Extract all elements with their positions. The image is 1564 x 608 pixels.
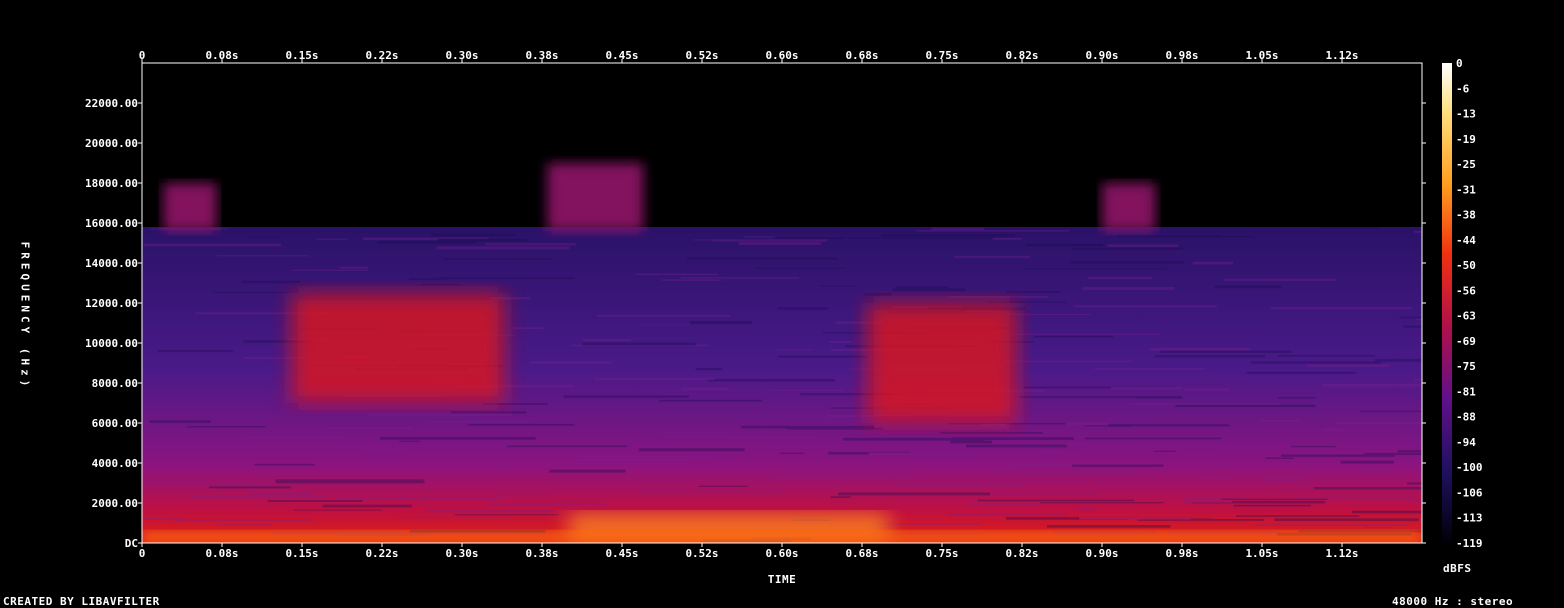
colorbar-tick-label: 0 [1456,57,1463,70]
high-frequency-burst [1102,183,1156,231]
x-tick-label: 0.75s [925,49,958,62]
x-axis-label: TIME [767,573,797,586]
colorbar-tick-label: -38 [1456,209,1476,222]
x-tick-label: 0.98s [1165,49,1198,62]
x-tick-label: 0.52s [685,547,718,560]
colorbar-tick-label: -88 [1456,411,1476,424]
colorbar-tick-label: -106 [1456,486,1483,499]
low-frequency-band [142,531,1422,543]
colorbar-tick-label: -50 [1456,259,1476,272]
y-tick-label: 12000.00 [85,297,138,310]
x-tick-label: 1.05s [1245,547,1278,560]
x-tick-label: 0.75s [925,547,958,560]
x-tick-label: 0.15s [285,547,318,560]
x-tick-label: 0.30s [445,547,478,560]
x-tick-label: 0.82s [1005,49,1038,62]
x-tick-label: 0.38s [525,49,558,62]
colorbar-tick-label: -63 [1456,310,1476,323]
x-tick-label: 0 [139,547,146,560]
x-tick-label: 1.05s [1245,49,1278,62]
colorbar-tick-label: -69 [1456,335,1476,348]
y-tick-label: 18000.00 [85,177,138,190]
high-frequency-burst [163,183,217,231]
y-axis-label: FREQUENCY (Hz) [18,241,32,391]
colorbar-tick-label: -25 [1456,158,1476,171]
loud-region [291,293,505,403]
colorbar-tick-label: -75 [1456,360,1476,373]
y-tick-label: 8000.00 [92,377,138,390]
colorbar-tick-label: -19 [1456,133,1476,146]
colorbar-tick-label: -100 [1456,461,1483,474]
spectrogram-chart: 0 0 0.08s 0.08s 0.15s 0.15s 0.22s 0.22s 0.30s 0.3… [85,49,1483,560]
colorbar-tick-label: -13 [1456,108,1476,121]
x-tick-label: 0.38s [525,547,558,560]
footer-format: 48000 Hz : stereo [1392,595,1514,608]
colorbar-tick-label: -44 [1456,234,1476,247]
colorbar-tick-label: -81 [1456,385,1476,398]
x-tick-label: 0.08s [205,547,238,560]
x-tick-label: 0.60s [765,547,798,560]
colorbar-tick-label: -6 [1456,82,1470,95]
y-tick-label: 22000.00 [85,97,138,110]
y-tick-label: 10000.00 [85,337,138,350]
x-tick-label: 0.90s [1085,49,1118,62]
colorbar-tick-label: -113 [1456,512,1483,525]
x-tick-label: 0.98s [1165,547,1198,560]
x-tick-label: 0.15s [285,49,318,62]
x-tick-label: 0.45s [605,547,638,560]
x-tick-label: 0.60s [765,49,798,62]
colorbar [1442,63,1452,543]
x-tick-label: 0.90s [1085,547,1118,560]
y-tick-label: 16000.00 [85,217,138,230]
y-tick-label: 4000.00 [92,457,138,470]
y-tick-label: 20000.00 [85,137,138,150]
x-tick-label: 0.22s [365,547,398,560]
x-tick-label: 0.82s [1005,547,1038,560]
x-tick-label: 0.45s [605,49,638,62]
x-tick-label: 0.68s [845,547,878,560]
x-tick-label: 0.68s [845,49,878,62]
x-tick-label: 1.12s [1325,547,1358,560]
x-tick-label: 0.22s [365,49,398,62]
y-tick-label: 2000.00 [92,497,138,510]
y-tick-label: 14000.00 [85,257,138,270]
x-tick-label: 0.52s [685,49,718,62]
footer-credit: CREATED BY LIBAVFILTER [3,595,160,608]
x-tick-label: 1.12s [1325,49,1358,62]
colorbar-tick-label: -119 [1456,537,1483,550]
colorbar-tick-label: -31 [1456,183,1476,196]
colorbar-label: dBFS [1443,562,1472,575]
x-tick-label: 0.08s [205,49,238,62]
colorbar-tick-label: -56 [1456,284,1476,297]
x-tick-label: 0.30s [445,49,478,62]
y-tick-label: 6000.00 [92,417,138,430]
y-tick-label: DC [125,537,138,550]
x-tick-label: 0 [139,49,146,62]
colorbar-tick-label: -94 [1456,436,1476,449]
loud-region [867,303,1017,423]
high-frequency-burst [547,163,644,231]
